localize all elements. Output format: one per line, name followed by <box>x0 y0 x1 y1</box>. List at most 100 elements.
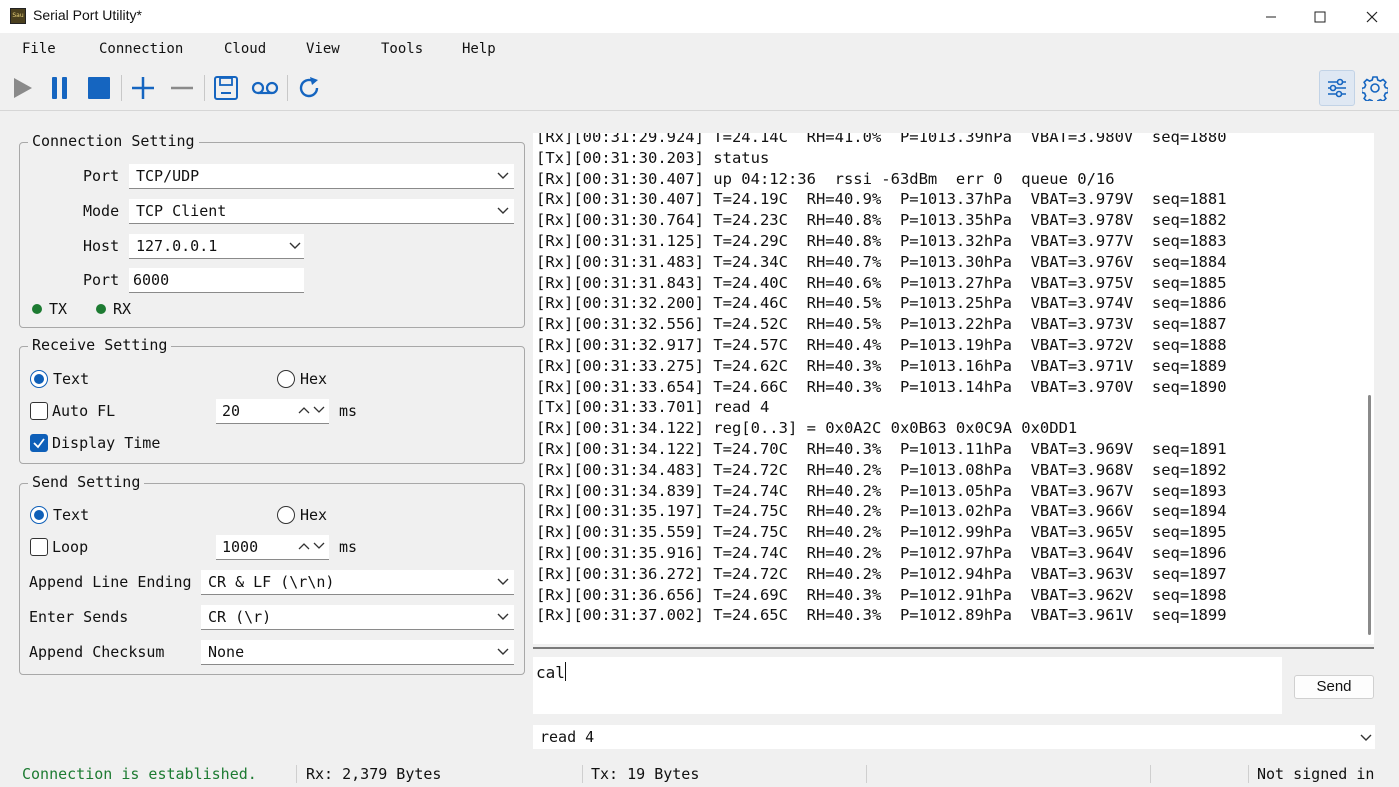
host-value: 127.0.0.1 <box>136 237 218 255</box>
port-value: TCP/UDP <box>136 167 200 185</box>
play-icon[interactable] <box>5 71 39 105</box>
menu-file[interactable]: File <box>22 41 56 57</box>
host-select[interactable]: 127.0.0.1 <box>129 234 304 259</box>
send-input-value: cal <box>536 663 565 682</box>
log-line: [Rx][00:31:30.407] T=24.19C RH=40.9% P=1… <box>536 190 1227 209</box>
menu-view[interactable]: View <box>306 41 340 57</box>
minus-icon[interactable] <box>165 71 199 105</box>
receive-setting-group: Receive Setting Text Hex Auto FL 20 ms D… <box>19 336 525 464</box>
sliders-icon[interactable] <box>1319 70 1355 106</box>
chevron-down-icon[interactable] <box>313 541 325 551</box>
mode-select[interactable]: TCP Client <box>129 199 514 224</box>
pause-icon[interactable] <box>43 71 77 105</box>
log-line: [Rx][00:31:33.654] T=24.66C RH=40.3% P=1… <box>536 377 1227 396</box>
record-icon[interactable] <box>248 71 282 105</box>
menu-bar: File Connection Cloud View Tools Help <box>0 33 1399 65</box>
port-number-input[interactable]: 6000 <box>129 268 304 293</box>
gear-icon[interactable] <box>1358 71 1392 105</box>
chevron-up-icon[interactable] <box>298 405 310 415</box>
receive-text-label: Text <box>53 370 90 388</box>
log-output[interactable]: [Rx][00:31:29.924] T=24.14C RH=41.0% P=1… <box>533 133 1374 644</box>
stop-icon[interactable] <box>82 71 116 105</box>
menu-connection[interactable]: Connection <box>99 41 183 57</box>
chevron-down-icon <box>497 207 509 214</box>
status-separator <box>296 765 297 783</box>
rx-label: RX <box>113 300 132 318</box>
chevron-down-icon[interactable] <box>313 405 325 415</box>
append-checksum-value: None <box>208 643 245 661</box>
log-line: [Rx][00:31:35.916] T=24.74C RH=40.2% P=1… <box>536 543 1227 562</box>
append-line-ending-select[interactable]: CR & LF (\r\n) <box>201 570 514 595</box>
port-number-label: Port <box>83 271 120 289</box>
enter-sends-select[interactable]: CR (\r) <box>201 605 514 630</box>
display-time-label: Display Time <box>52 434 161 452</box>
toolbar <box>0 65 1399 111</box>
send-setting-title: Send Setting <box>28 473 145 491</box>
enter-sends-value: CR (\r) <box>208 608 272 626</box>
loop-label: Loop <box>52 538 89 556</box>
host-label: Host <box>83 237 120 255</box>
port-select[interactable]: TCP/UDP <box>129 164 514 189</box>
chevron-down-icon <box>497 172 509 179</box>
chevron-down-icon <box>497 578 509 585</box>
log-line: [Rx][00:31:34.122] T=24.70C RH=40.3% P=1… <box>536 439 1227 458</box>
enter-sends-label: Enter Sends <box>29 608 129 626</box>
menu-tools[interactable]: Tools <box>381 41 423 57</box>
log-scrollbar[interactable] <box>1368 395 1371 635</box>
save-icon[interactable] <box>209 71 243 105</box>
status-separator <box>866 765 867 783</box>
auto-fl-checkbox[interactable] <box>30 402 48 420</box>
toolbar-separator <box>204 75 205 101</box>
loop-interval-unit: ms <box>339 538 358 556</box>
signin-status[interactable]: Not signed in <box>1257 765 1374 783</box>
receive-text-radio[interactable] <box>30 370 48 388</box>
maximize-icon[interactable] <box>1297 0 1343 33</box>
send-hex-radio[interactable] <box>277 506 295 524</box>
chevron-up-icon[interactable] <box>298 541 310 551</box>
window-title: Serial Port Utility* <box>33 7 142 23</box>
minimize-icon[interactable] <box>1248 0 1294 33</box>
log-line: [Rx][00:31:34.483] T=24.72C RH=40.2% P=1… <box>536 460 1227 479</box>
refresh-icon[interactable] <box>292 71 326 105</box>
log-line: [Rx][00:31:35.197] T=24.75C RH=40.2% P=1… <box>536 502 1227 521</box>
menu-help[interactable]: Help <box>462 41 496 57</box>
display-time-checkbox[interactable] <box>30 434 48 452</box>
auto-fl-label: Auto FL <box>52 402 116 420</box>
status-separator <box>582 765 583 783</box>
log-line: [Rx][00:31:34.122] reg[0..3] = 0x0A2C 0x… <box>536 419 1078 438</box>
log-divider <box>533 647 1374 649</box>
log-line: [Tx][00:31:33.701] read 4 <box>536 398 770 417</box>
append-line-ending-label: Append Line Ending <box>29 573 192 591</box>
send-setting-group: Send Setting Text Hex Loop 1000 ms Appen… <box>19 473 525 675</box>
log-line: [Rx][00:31:34.839] T=24.74C RH=40.2% P=1… <box>536 481 1227 500</box>
rx-bytes: Rx: 2,379 Bytes <box>306 765 442 783</box>
loop-interval-value: 1000 <box>222 538 259 556</box>
toolbar-separator <box>121 75 122 101</box>
chevron-down-icon <box>497 613 509 620</box>
send-history-select[interactable]: read 4 <box>533 725 1375 749</box>
status-separator <box>1150 765 1151 783</box>
loop-checkbox[interactable] <box>30 538 48 556</box>
loop-interval-stepper[interactable]: 1000 <box>216 535 329 560</box>
append-line-ending-value: CR & LF (\r\n) <box>208 573 335 591</box>
send-button[interactable]: Send <box>1294 675 1374 699</box>
receive-setting-title: Receive Setting <box>28 336 172 354</box>
send-text-label: Text <box>53 506 90 524</box>
log-line: [Rx][00:31:31.483] T=24.34C RH=40.7% P=1… <box>536 252 1227 271</box>
checkmark-icon <box>33 438 45 449</box>
send-input[interactable]: cal <box>533 657 1282 714</box>
auto-fl-stepper[interactable]: 20 <box>216 399 329 424</box>
receive-hex-label: Hex <box>300 370 328 388</box>
send-text-radio[interactable] <box>30 506 48 524</box>
append-checksum-select[interactable]: None <box>201 640 514 665</box>
status-bar: Connection is established. Rx: 2,379 Byt… <box>0 761 1399 787</box>
menu-cloud[interactable]: Cloud <box>224 41 266 57</box>
app-icon: Sau <box>10 8 26 24</box>
log-line: [Rx][00:31:31.125] T=24.29C RH=40.8% P=1… <box>536 231 1227 250</box>
plus-icon[interactable] <box>126 71 160 105</box>
receive-hex-radio[interactable] <box>277 370 295 388</box>
append-checksum-label: Append Checksum <box>29 643 165 661</box>
close-icon[interactable] <box>1349 0 1395 33</box>
log-line: [Rx][00:31:32.917] T=24.57C RH=40.4% P=1… <box>536 335 1227 354</box>
chevron-down-icon <box>289 242 301 249</box>
